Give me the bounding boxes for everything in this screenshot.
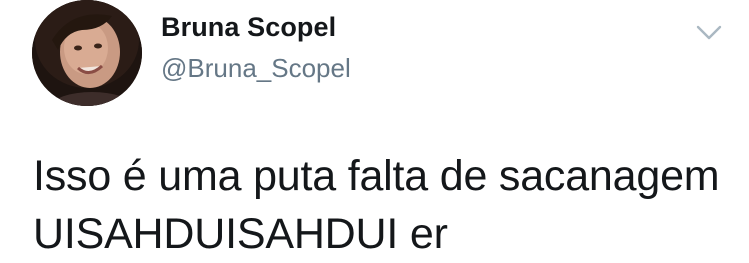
avatar[interactable] — [32, 0, 142, 106]
user-handle[interactable]: @Bruna_Scopel — [161, 53, 351, 84]
display-name[interactable]: Bruna Scopel — [161, 12, 336, 43]
tweet-text-line: UISAHDUISAHDUI er — [33, 210, 448, 258]
tweet-card: Bruna Scopel @Bruna_Scopel Isso é uma pu… — [0, 0, 749, 258]
profile-photo-icon — [32, 0, 142, 106]
tweet-text-line: Isso é uma puta falta de sacanagem — [33, 152, 720, 200]
tweet-menu-button[interactable] — [693, 22, 725, 44]
tweet-text: Isso é uma puta falta de sacanagem UISAH… — [33, 147, 733, 263]
chevron-down-icon — [696, 25, 722, 40]
